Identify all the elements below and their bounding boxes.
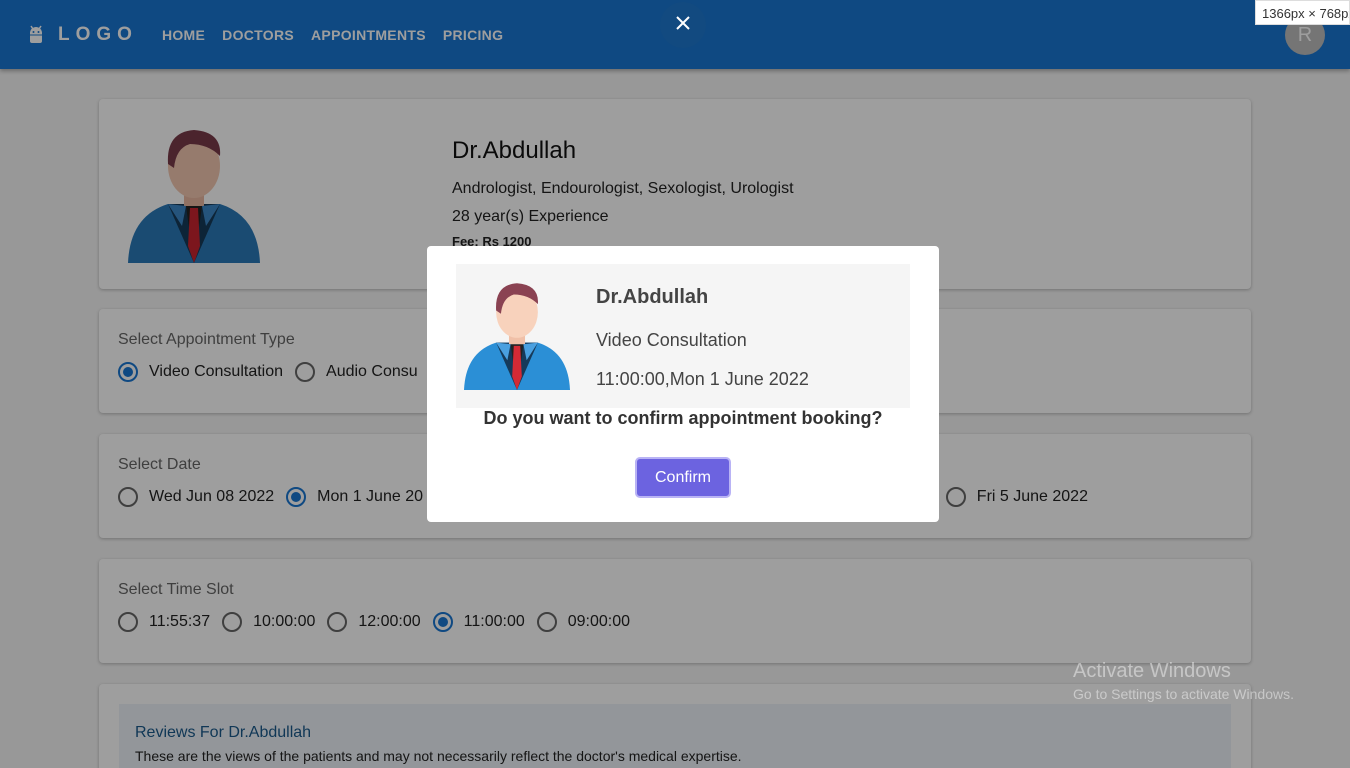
confirm-question: Do you want to confirm appointment booki… (483, 408, 883, 428)
windows-activation-title: Activate Windows (1073, 660, 1231, 682)
modal-doctor-name: Dr.Abdullah (596, 286, 709, 308)
windows-activation-subtitle: Go to Settings to activate Windows. (1073, 686, 1294, 702)
doctor-avatar-image (464, 280, 570, 390)
modal-appointment-datetime: 11:00:00,Mon 1 June 2022 (596, 369, 809, 389)
booking-summary: Dr.Abdullah Video Consultation 11:00:00,… (456, 264, 910, 408)
close-modal-button[interactable] (660, 2, 706, 48)
close-icon (675, 15, 691, 36)
confirm-booking-dialog: Dr.Abdullah Video Consultation 11:00:00,… (427, 246, 939, 522)
confirm-button[interactable]: Confirm (635, 457, 731, 498)
modal-consultation-type: Video Consultation (596, 330, 747, 350)
viewport-size-badge: 1366px × 768px (1255, 0, 1350, 25)
